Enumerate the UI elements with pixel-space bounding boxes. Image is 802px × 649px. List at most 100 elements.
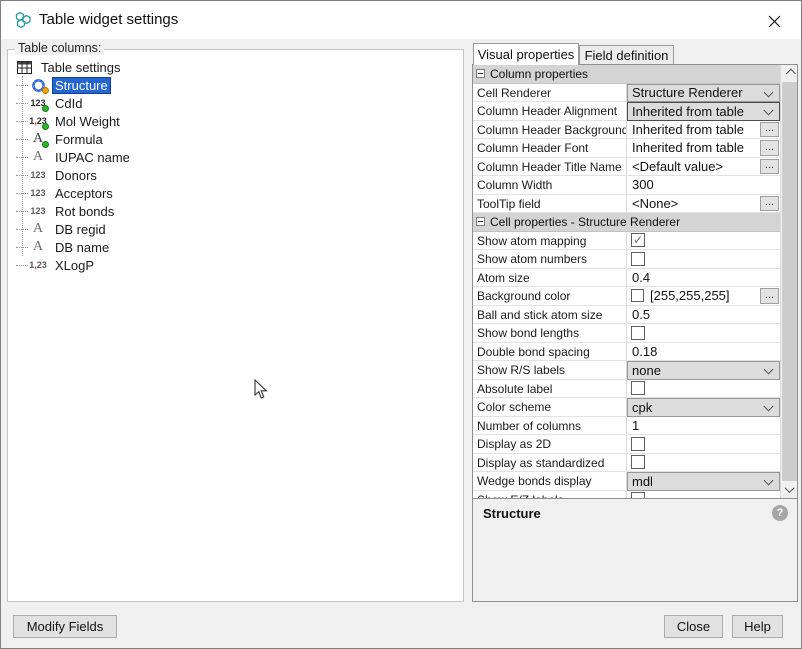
tree-stub	[16, 229, 28, 230]
db-badge-icon	[42, 105, 49, 112]
collapse-icon[interactable]	[476, 217, 485, 226]
tree-item-cdid[interactable]: 123 CdId	[12, 94, 459, 112]
number-icon: 123	[28, 185, 48, 201]
modify-fields-button[interactable]: Modify Fields	[13, 615, 117, 638]
background-color-swatch[interactable]	[631, 289, 644, 302]
scrollbar-thumb[interactable]	[782, 82, 797, 481]
show-rs-labels-dropdown[interactable]: none	[627, 361, 780, 380]
property-row: Column Header Alignment Inherited from t…	[473, 102, 780, 121]
title-bar: Table widget settings	[1, 1, 801, 39]
tree-item-mol-weight[interactable]: 1,23 Mol Weight	[12, 112, 459, 130]
wedge-bonds-dropdown[interactable]: mdl	[627, 472, 780, 491]
prop-label: Double bond spacing	[473, 343, 627, 361]
tab-field-definition[interactable]: Field definition	[579, 45, 674, 65]
mouse-cursor	[254, 379, 270, 401]
tree-item-acceptors[interactable]: 123 Acceptors	[12, 184, 459, 202]
column-header-font-ellipsis-button[interactable]: ...	[760, 140, 779, 156]
collapse-icon[interactable]	[476, 69, 485, 78]
show-bond-lengths-checkbox[interactable]	[631, 326, 645, 340]
property-row: Ball and stick atom size 0.5	[473, 306, 780, 325]
prop-label: Show atom numbers	[473, 250, 627, 268]
number-icon: 123	[28, 203, 48, 219]
tree-item-label: IUPAC name	[52, 150, 133, 165]
tree-item-rot-bonds[interactable]: 123 Rot bonds	[12, 202, 459, 220]
show-atom-numbers-checkbox[interactable]	[631, 252, 645, 266]
double-bond-spacing-field[interactable]: 0.18	[627, 344, 657, 359]
scroll-down-icon[interactable]	[781, 481, 797, 498]
tree-item-table-settings[interactable]: Table settings	[14, 58, 459, 76]
tree-item-label: Rot bonds	[52, 204, 117, 219]
prop-label: Background color	[473, 287, 627, 305]
number-of-columns-field[interactable]: 1	[627, 418, 639, 433]
prop-label: Show E/Z labels	[473, 491, 627, 499]
tooltip-field-ellipsis-button[interactable]: ...	[760, 196, 779, 212]
tree-item-iupac-name[interactable]: A IUPAC name	[12, 148, 459, 166]
property-row: Color scheme cpk	[473, 398, 780, 417]
tab-visual-properties[interactable]: Visual properties	[473, 43, 579, 65]
window-title: Table widget settings	[39, 11, 178, 28]
display-as-2d-checkbox[interactable]	[631, 437, 645, 451]
tree-item-formula[interactable]: A Formula	[12, 130, 459, 148]
text-icon: A	[28, 149, 48, 165]
scrollbar[interactable]	[780, 65, 797, 498]
tree-item-structure[interactable]: Structure	[12, 76, 459, 94]
property-description-panel: Structure ?	[473, 498, 797, 601]
property-row: Column Header Background Co Inherited fr…	[473, 121, 780, 140]
prop-label: Column Header Background Co	[473, 121, 627, 139]
show-atom-mapping-checkbox[interactable]: ✓	[631, 233, 645, 247]
absolute-label-checkbox[interactable]	[631, 381, 645, 395]
tab-label: Field definition	[585, 48, 669, 63]
property-row: Wedge bonds display mdl	[473, 472, 780, 491]
button-label: Help	[744, 619, 771, 634]
tree-item-label: Donors	[52, 168, 100, 183]
tree-item-label: DB regid	[52, 222, 109, 237]
property-row: Show atom numbers	[473, 250, 780, 269]
scroll-up-icon[interactable]	[781, 65, 797, 82]
tree-stub	[16, 175, 28, 176]
tree-item-donors[interactable]: 123 Donors	[12, 166, 459, 184]
tree-item-db-regid[interactable]: A DB regid	[12, 220, 459, 238]
property-row: Show E/Z labels	[473, 491, 780, 499]
prop-label: Show bond lengths	[473, 324, 627, 342]
decimal-icon: 1,23	[28, 113, 48, 129]
close-icon[interactable]	[761, 11, 787, 31]
close-button[interactable]: Close	[664, 615, 723, 638]
modified-badge-icon	[42, 87, 49, 94]
section-column-properties: Column properties	[473, 65, 780, 84]
prop-label: Atom size	[473, 269, 627, 287]
chevron-down-icon	[764, 87, 774, 97]
tree-item-label: DB name	[52, 240, 112, 255]
help-icon[interactable]: ?	[772, 505, 788, 521]
tree-stub	[16, 121, 28, 122]
button-label: Modify Fields	[27, 619, 104, 634]
ball-stick-atom-size-field[interactable]: 0.5	[627, 307, 650, 322]
column-header-alignment-dropdown[interactable]: Inherited from table	[627, 102, 780, 121]
cell-renderer-dropdown[interactable]: Structure Renderer	[627, 84, 780, 103]
prop-label: Display as 2D	[473, 435, 627, 453]
property-row: ToolTip field <None>...	[473, 195, 780, 214]
dropdown-value: mdl	[632, 474, 653, 489]
column-width-field[interactable]: 300	[627, 177, 654, 192]
app-logo-icon	[13, 10, 33, 30]
background-color-ellipsis-button[interactable]: ...	[760, 288, 779, 304]
prop-label: Absolute label	[473, 380, 627, 398]
tree-item-xlogp[interactable]: 1,23 XLogP	[12, 256, 459, 274]
display-as-standardized-checkbox[interactable]	[631, 455, 645, 469]
visual-properties-panel: Column properties Cell Renderer Structur…	[472, 64, 798, 602]
tree-item-db-name[interactable]: A DB name	[12, 238, 459, 256]
property-row: Column Width 300	[473, 176, 780, 195]
table-icon	[14, 59, 34, 75]
chevron-down-icon	[764, 106, 774, 116]
tree-stub	[16, 139, 28, 140]
atom-size-field[interactable]: 0.4	[627, 270, 650, 285]
prop-label: Column Width	[473, 176, 627, 194]
db-badge-icon	[42, 141, 49, 148]
color-scheme-dropdown[interactable]: cpk	[627, 398, 780, 417]
column-header-background-ellipsis-button[interactable]: ...	[760, 122, 779, 138]
tree-item-label-selected: Structure	[52, 77, 111, 94]
column-header-title-ellipsis-button[interactable]: ...	[760, 159, 779, 175]
chevron-down-icon	[764, 365, 774, 375]
help-button[interactable]: Help	[732, 615, 783, 638]
property-row: Show bond lengths	[473, 324, 780, 343]
prop-label: Column Header Alignment	[473, 102, 627, 120]
